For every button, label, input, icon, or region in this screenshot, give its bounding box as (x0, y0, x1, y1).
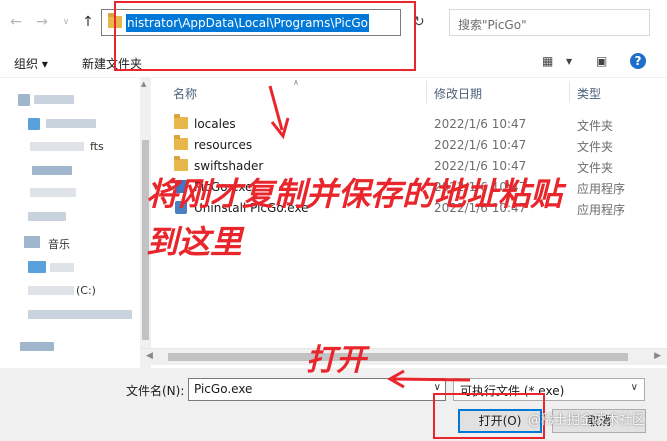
paste-hint-line2: 到这里 (146, 223, 243, 261)
column-modified[interactable]: 修改日期 (434, 85, 482, 102)
file-type: 应用程序 (577, 182, 626, 196)
filename-label: 文件名(N): (126, 384, 185, 398)
file-date: 2022/1/6 10:47 (434, 117, 527, 131)
chevron-down-icon[interactable]: ∨ (631, 382, 638, 393)
open-hint: 打开 (306, 343, 366, 378)
file-type: 文件夹 (577, 119, 614, 133)
file-date: 2022/1/6 10:47 (434, 138, 527, 152)
forward-arrow-icon[interactable]: → (34, 14, 50, 30)
column-divider[interactable] (426, 81, 427, 103)
column-type[interactable]: 类型 (577, 85, 601, 102)
column-divider[interactable] (569, 81, 570, 103)
nav-item-c-drive[interactable]: (C:) (76, 284, 96, 297)
chevron-down-icon[interactable]: ∨ (434, 382, 441, 393)
filename-input[interactable]: PicGo.exe ∨ (188, 378, 446, 401)
view-dropdown-icon[interactable]: ▼ (566, 57, 572, 66)
filename-value[interactable]: PicGo.exe (194, 382, 252, 396)
nav-item-music[interactable]: 音乐 (48, 236, 70, 252)
search-input[interactable]: 搜索"PicGo" (449, 9, 650, 36)
scroll-left-icon[interactable]: ◀ (146, 351, 153, 361)
help-icon[interactable]: ? (630, 53, 646, 69)
view-grid-icon[interactable]: ▦ (542, 54, 553, 68)
navigation-pane[interactable]: fts 音乐 (C:) (0, 78, 151, 368)
file-name: resources (194, 138, 253, 152)
preview-pane-icon[interactable]: ▣ (596, 54, 607, 68)
file-row[interactable]: resources 2022/1/6 10:47 文件夹 (151, 135, 667, 156)
column-name[interactable]: 名称 (173, 85, 197, 102)
horizontal-scrollbar[interactable]: ◀ ▶ (140, 348, 667, 365)
sort-up-icon: ∧ (293, 78, 299, 87)
watermark: @稀土掘金技术社区 (528, 413, 646, 428)
file-row[interactable]: locales 2022/1/6 10:47 文件夹 (151, 114, 667, 135)
search-placeholder: 搜索"PicGo" (458, 18, 527, 32)
folder-icon (174, 114, 188, 129)
file-date: 2022/1/6 10:47 (434, 159, 527, 173)
file-type: 应用程序 (577, 203, 626, 217)
file-type: 文件夹 (577, 140, 614, 154)
back-arrow-icon[interactable]: ← (8, 14, 24, 30)
recent-locations-chevron-icon[interactable]: ∨ (58, 14, 74, 30)
file-name: swiftshader (194, 159, 264, 173)
folder-icon (174, 135, 188, 150)
address-highlight-box (114, 1, 416, 71)
file-type: 文件夹 (577, 161, 614, 175)
paste-hint-line1: 将刚才复制并保存的地址粘贴 (146, 175, 563, 213)
nav-item-fragment[interactable]: fts (90, 140, 104, 153)
scroll-up-icon[interactable]: ▲ (141, 80, 146, 88)
folder-icon (174, 156, 188, 171)
organize-button[interactable]: 组织 ▾ (14, 55, 48, 72)
scroll-thumb[interactable] (168, 353, 628, 361)
scroll-right-icon[interactable]: ▶ (654, 351, 661, 361)
file-name: locales (194, 117, 236, 131)
up-arrow-icon[interactable]: ↑ (80, 14, 96, 30)
